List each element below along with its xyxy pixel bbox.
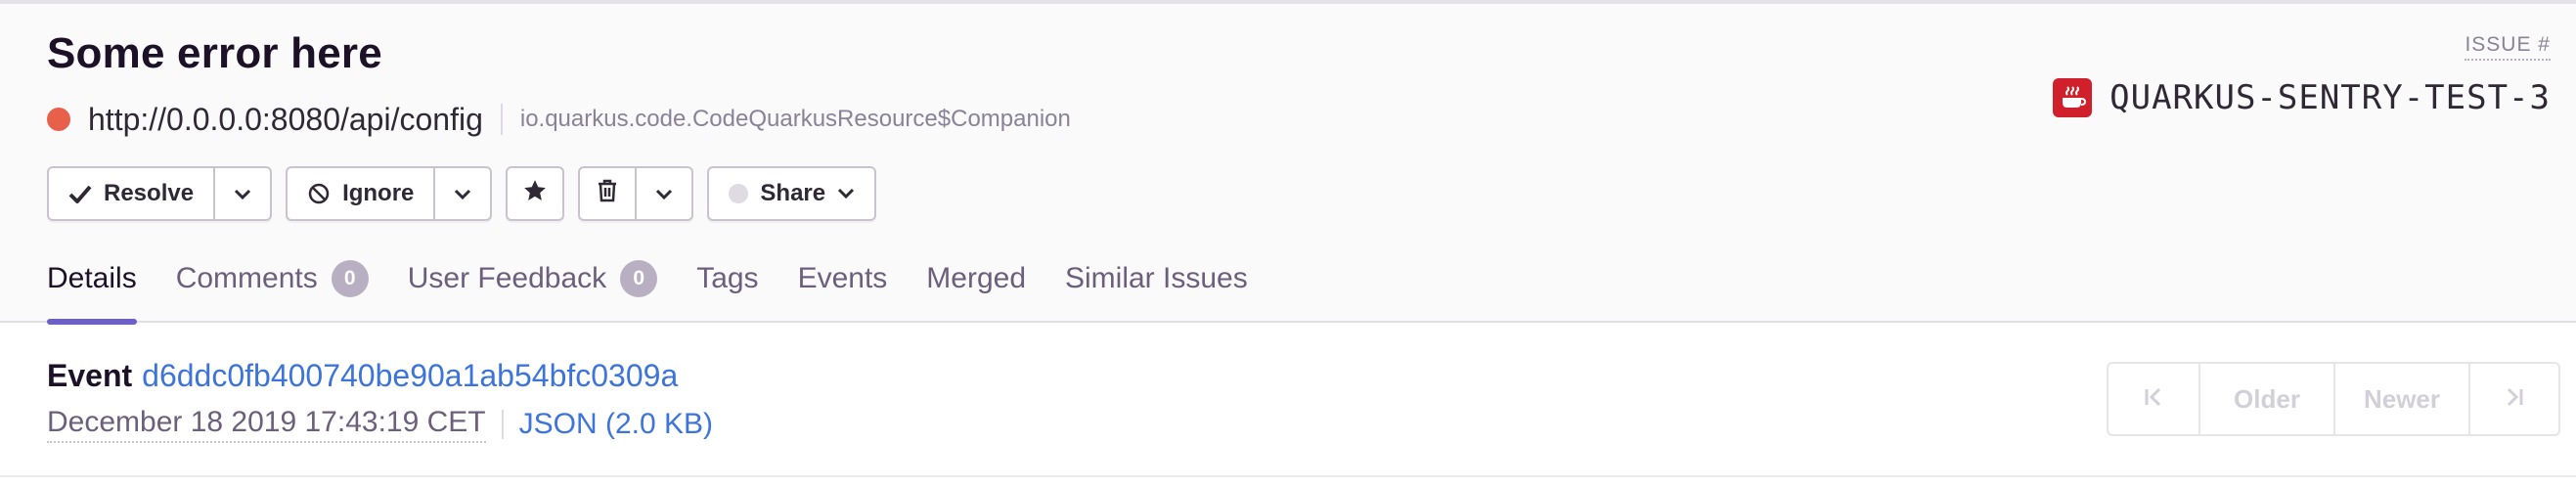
resolve-button[interactable]: Resolve (49, 168, 213, 219)
issue-actions: Resolve Ignore Share (47, 166, 890, 221)
event-heading: Event d6ddc0fb400740be90a1ab54bfc0309a (47, 358, 713, 394)
event-meta: December 18 2019 17:43:19 CET JSON (2.0 … (47, 406, 713, 443)
divider (500, 104, 503, 135)
delete-group (578, 166, 694, 221)
issue-url: http://0.0.0.0:8080/api/config (88, 101, 483, 137)
ban-icon (307, 182, 331, 205)
java-coffee-icon (2053, 78, 2093, 117)
ignore-dropdown-button[interactable] (433, 168, 490, 219)
page-title: Some error here (47, 29, 382, 77)
chevron-down-icon (454, 180, 471, 207)
tab-label: Merged (926, 262, 1026, 294)
tab-similar-issues[interactable]: Similar Issues (1065, 256, 1248, 323)
tab-label: Comments (175, 262, 318, 294)
ignore-label: Ignore (342, 180, 415, 206)
feedback-count-badge: 0 (620, 260, 658, 297)
issue-short-id[interactable]: QUARKUS-SENTRY-TEST-3 (2053, 78, 2551, 117)
resolve-dropdown-button[interactable] (213, 168, 270, 219)
issue-tabs: Details Comments 0 User Feedback 0 Tags … (47, 256, 1287, 325)
tab-label: Tags (696, 262, 759, 294)
newer-event-button[interactable]: Newer (2333, 364, 2468, 434)
delete-button[interactable] (580, 168, 635, 219)
share-label: Share (760, 180, 826, 206)
issue-id-text: QUARKUS-SENTRY-TEST-3 (2110, 78, 2551, 117)
last-page-icon (2504, 384, 2525, 415)
bookmark-button[interactable] (508, 168, 562, 219)
resolve-group: Resolve (47, 166, 273, 221)
section-divider (0, 475, 2576, 477)
trash-icon (596, 178, 619, 210)
tab-comments[interactable]: Comments 0 (176, 256, 369, 323)
json-link[interactable]: JSON (2.0 KB) (519, 408, 713, 441)
tab-label: Similar Issues (1065, 262, 1248, 294)
tab-merged[interactable]: Merged (926, 256, 1026, 323)
tab-details[interactable]: Details (47, 256, 137, 325)
tab-label: Details (47, 262, 137, 294)
event-id-link[interactable]: d6ddc0fb400740be90a1ab54bfc0309a (142, 358, 678, 394)
issue-subtitle: http://0.0.0.0:8080/api/config io.quarku… (47, 96, 1071, 143)
tab-user-feedback[interactable]: User Feedback 0 (407, 256, 658, 323)
ignore-button[interactable]: Ignore (288, 168, 433, 219)
chevron-down-icon (234, 180, 251, 207)
share-button[interactable]: Share (709, 168, 874, 219)
event-pager: Older Newer (2107, 362, 2560, 436)
first-page-icon (2143, 384, 2164, 415)
share-status-dot (729, 184, 749, 203)
issue-number-label: ISSUE # (2465, 33, 2551, 61)
error-level-dot (47, 108, 70, 131)
tab-label: User Feedback (407, 262, 607, 294)
divider (501, 410, 504, 439)
event-label: Event (47, 358, 133, 393)
comments-count-badge: 0 (331, 260, 369, 297)
delete-dropdown-button[interactable] (635, 168, 691, 219)
bookmark-group (506, 166, 565, 221)
resolve-label: Resolve (104, 180, 195, 206)
tab-events[interactable]: Events (798, 256, 888, 323)
ignore-group: Ignore (286, 166, 493, 221)
newest-event-button[interactable] (2468, 364, 2558, 434)
issue-culprit: io.quarkus.code.CodeQuarkusResource$Comp… (519, 106, 1071, 132)
older-event-button[interactable]: Older (2198, 364, 2333, 434)
checkmark-icon (68, 183, 92, 204)
star-icon (522, 178, 548, 210)
chevron-down-icon (655, 180, 673, 207)
tab-tags[interactable]: Tags (696, 256, 758, 323)
event-summary: Event d6ddc0fb400740be90a1ab54bfc0309a D… (47, 358, 713, 443)
tab-label: Events (797, 262, 888, 294)
event-date: December 18 2019 17:43:19 CET (47, 406, 486, 443)
share-group: Share (707, 166, 877, 221)
issue-header: Some error here http://0.0.0.0:8080/api/… (0, 4, 2576, 325)
oldest-event-button[interactable] (2109, 364, 2198, 434)
chevron-down-icon (837, 188, 855, 199)
